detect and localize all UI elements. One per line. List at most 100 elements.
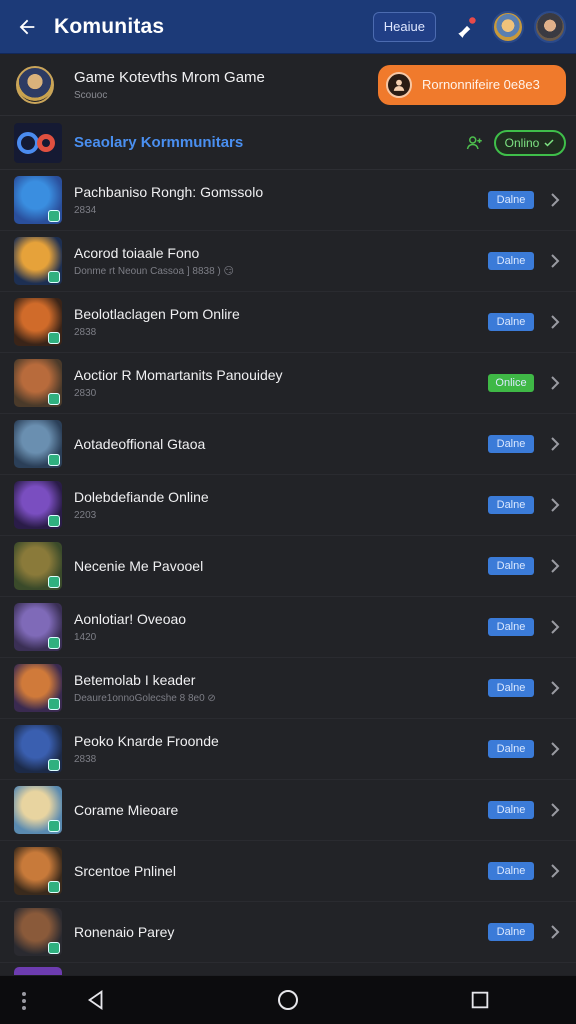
item-name: Aonlotiar! Oveoao — [74, 611, 187, 627]
status-badge: Dalne — [488, 435, 534, 453]
status-badge: Dalne — [488, 313, 534, 331]
status-badge: Dalne — [488, 923, 534, 941]
item-subtitle: Deaure1onnoGolecshe 8 8e0 ⊘ — [74, 693, 216, 704]
pen-icon[interactable] — [452, 12, 482, 42]
item-subtitle: 2838 — [74, 754, 97, 765]
game-thumbnail — [14, 420, 62, 468]
list-item[interactable]: Acorod toiaale Fono Donme rt Neoun Cassoa… — [0, 231, 576, 292]
verified-badge-icon — [48, 637, 60, 649]
verified-badge-icon — [48, 332, 60, 344]
community-header[interactable]: Game Kotevths Mrom Game Scouoc Rornonnif… — [0, 54, 576, 116]
community-avatar — [16, 65, 54, 104]
join-button[interactable]: Rornonnifeire 0e8e3 — [378, 64, 566, 105]
item-name: Betemolab I keader — [74, 672, 196, 688]
item-name: Aotadeoffional Gtaoa — [74, 436, 206, 452]
game-thumbnail — [14, 786, 62, 834]
chevron-right-icon[interactable] — [546, 314, 564, 330]
item-name: Corame Mieoare — [74, 802, 179, 818]
list-item[interactable]: Ronenaio Parey Dalne — [0, 902, 576, 963]
arrow-left-icon — [19, 19, 35, 34]
chevron-right-icon[interactable] — [546, 253, 564, 269]
item-name: Aoctior R Momartanits Panouidey — [74, 367, 283, 383]
verified-badge-icon — [48, 393, 60, 405]
chevron-right-icon[interactable] — [546, 680, 564, 696]
chevron-right-icon[interactable] — [546, 802, 564, 818]
list-item[interactable]: Beolotlaclagen Pom Onlire 2838 Dalne — [0, 292, 576, 353]
nav-recents-button[interactable] — [450, 976, 510, 1024]
list-item[interactable]: Aotadeoffional Gtaoa Dalne — [0, 414, 576, 475]
item-subtitle: 1420 — [74, 632, 97, 643]
list-item[interactable]: Betemolab I keader Deaure1onnoGolecshe 8 … — [0, 658, 576, 719]
game-thumbnail — [14, 481, 62, 529]
item-subtitle: 2834 — [74, 205, 97, 216]
list-item[interactable]: Pachbaniso Rongh: Gomssolo 2834 Dalne — [0, 170, 576, 231]
group-add-icon[interactable] — [464, 132, 486, 154]
community-subtitle: Scouoc — [74, 89, 108, 101]
featured-label: Seaolary Kormmunitars — [74, 134, 244, 151]
user-icon — [386, 71, 412, 98]
community-title: Game Kotevths Mrom Game — [74, 68, 265, 86]
online-toggle[interactable]: Onlino — [494, 129, 566, 156]
chevron-right-icon[interactable] — [546, 497, 564, 513]
list-item[interactable]: Srcentoe Pnlinel Dalne — [0, 841, 576, 902]
list-item[interactable]: Corame Mieoare Dalne — [0, 780, 576, 841]
app-bar: Komunitas Heaiue — [0, 0, 576, 54]
verified-badge-icon — [48, 698, 60, 710]
status-badge: Dalne — [488, 862, 534, 880]
item-name: Dolebdefiande Online — [74, 489, 209, 505]
verified-badge-icon — [48, 759, 60, 771]
list-item[interactable]: Peoko Knarde Froonde 2838 Dalne — [0, 719, 576, 780]
join-button-label: Rornonnifeire 0e8e3 — [422, 77, 540, 92]
game-thumbnail — [14, 359, 62, 407]
list-item-partial — [0, 963, 576, 975]
chevron-right-icon[interactable] — [546, 375, 564, 391]
chevron-right-icon[interactable] — [546, 619, 564, 635]
back-button[interactable] — [0, 0, 54, 54]
chevron-right-icon[interactable] — [546, 192, 564, 208]
nav-home-button[interactable] — [258, 976, 318, 1024]
item-name: Srcentoe Pnlinel — [74, 863, 176, 879]
chevron-right-icon[interactable] — [546, 924, 564, 940]
status-badge: Dalne — [488, 252, 534, 270]
list-item[interactable]: Aonlotiar! Oveoao 1420 Dalne — [0, 597, 576, 658]
item-subtitle: 2838 — [74, 327, 97, 338]
status-badge: Dalne — [488, 740, 534, 758]
game-thumbnail — [14, 967, 62, 975]
list-item[interactable]: Dolebdefiande Online 2203 Dalne — [0, 475, 576, 536]
game-thumbnail — [14, 908, 62, 956]
chevron-right-icon[interactable] — [546, 436, 564, 452]
chevron-right-icon[interactable] — [546, 741, 564, 757]
verified-badge-icon — [48, 454, 60, 466]
chevron-right-icon[interactable] — [546, 863, 564, 879]
status-badge: Onlice — [488, 374, 534, 392]
check-icon — [544, 138, 554, 147]
system-nav-bar — [0, 976, 576, 1024]
game-thumbnail — [14, 298, 62, 346]
chevron-right-icon[interactable] — [546, 558, 564, 574]
triangle-back-icon — [87, 990, 103, 1010]
game-thumbnail — [14, 847, 62, 895]
avatar[interactable] — [492, 10, 524, 43]
page-title: Komunitas — [54, 14, 165, 38]
list-item[interactable]: Aoctior R Momartanits Panouidey 2830 Onlic… — [0, 353, 576, 414]
header-button[interactable]: Heaiue — [372, 11, 436, 42]
status-badge: Dalne — [488, 191, 534, 209]
featured-row[interactable]: Seaolary Kormmunitars Onlino — [0, 116, 576, 170]
featured-icon — [14, 122, 62, 163]
status-badge: Dalne — [488, 496, 534, 514]
status-badge: Dalne — [488, 618, 534, 636]
game-thumbnail — [14, 542, 62, 590]
game-thumbnail — [14, 237, 62, 285]
nav-back-button[interactable] — [66, 976, 126, 1024]
item-name: Necenie Me Pavooel — [74, 558, 204, 574]
verified-badge-icon — [48, 942, 60, 954]
more-icon[interactable] — [20, 990, 28, 1012]
circle-home-icon — [278, 990, 298, 1010]
item-name: Peoko Knarde Froonde — [74, 733, 219, 749]
verified-badge-icon — [48, 210, 60, 222]
verified-badge-icon — [48, 881, 60, 893]
avatar[interactable] — [534, 10, 566, 43]
list-item[interactable]: Necenie Me Pavooel Dalne — [0, 536, 576, 597]
square-recents-icon — [471, 991, 489, 1009]
community-list: Pachbaniso Rongh: Gomssolo 2834 Dalne Acoro… — [0, 170, 576, 975]
